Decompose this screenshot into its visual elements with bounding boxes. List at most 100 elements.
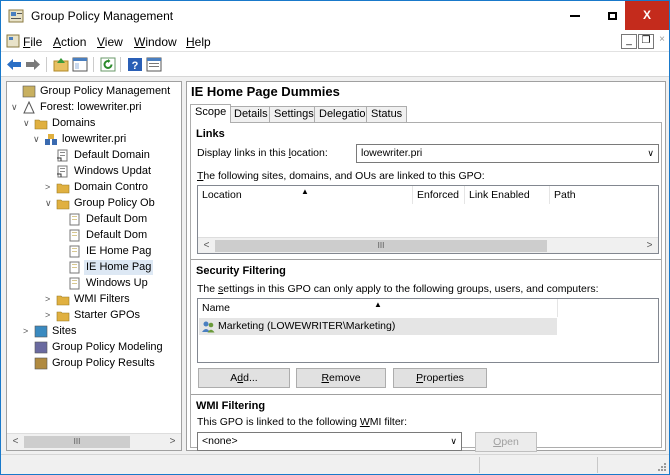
window-title: Group Policy Management	[31, 9, 174, 23]
minimize-button[interactable]	[558, 1, 591, 30]
links-location-combo[interactable]: lowewriter.pri ∨	[356, 144, 659, 163]
scroll-right-button[interactable]: >	[641, 238, 658, 253]
properties-button[interactable]: Properties	[393, 368, 487, 388]
forward-arrow-icon[interactable]	[24, 56, 42, 73]
gpo-icon	[69, 213, 80, 226]
scroll-thumb[interactable]: III	[215, 240, 547, 252]
column-path[interactable]: Path	[550, 186, 658, 204]
properties-icon[interactable]	[145, 56, 163, 73]
scroll-left-button[interactable]: <	[7, 434, 24, 450]
title-bar[interactable]: Group Policy Management X	[1, 1, 669, 31]
show-hide-tree-icon[interactable]	[71, 56, 89, 73]
scroll-thumb[interactable]: III	[24, 436, 130, 448]
expand-chevron-icon[interactable]: ∨	[23, 116, 33, 131]
gpo-link-icon	[57, 165, 68, 178]
tree-horizontal-scrollbar[interactable]: < III >	[7, 433, 181, 450]
links-location-value: lowewriter.pri	[361, 147, 423, 159]
scroll-left-button[interactable]: <	[198, 238, 215, 253]
linked-objects-label: The following sites, domains, and OUs ar…	[197, 170, 485, 182]
wmi-filtering-heading: WMI Filtering	[196, 400, 266, 412]
collapse-chevron-icon[interactable]: >	[45, 180, 55, 195]
tree-item-label: Group Policy Management	[40, 85, 171, 97]
menu-action[interactable]: Action	[53, 35, 86, 49]
chevron-down-icon: ∨	[647, 148, 654, 158]
tab-details[interactable]: Details	[229, 106, 273, 122]
resize-grip-icon[interactable]	[657, 462, 667, 472]
menu-window[interactable]: Window	[134, 35, 177, 49]
collapse-chevron-icon[interactable]: >	[23, 324, 33, 339]
section-divider	[191, 259, 661, 261]
column-enforced[interactable]: Enforced	[413, 186, 465, 204]
app-window: Group Policy Management X File Action Vi…	[0, 0, 670, 475]
tab-settings[interactable]: Settings	[269, 106, 319, 122]
expand-chevron-icon[interactable]: ∨	[33, 132, 43, 147]
tree-item-label: Domains	[52, 117, 96, 129]
sort-ascending-icon: ▲	[301, 187, 309, 196]
system-menu-icon[interactable]	[6, 34, 20, 48]
scope-tab-panel: Links Display links in this location: lo…	[190, 122, 662, 452]
gpo-folder-icon	[56, 199, 70, 210]
domains-folder-icon	[34, 119, 48, 130]
menu-help[interactable]: Help	[186, 35, 211, 49]
wmi-filter-value: <none>	[202, 435, 238, 447]
list-item-label: Marketing (LOWEWRITER\Marketing)	[218, 320, 396, 332]
up-folder-icon[interactable]	[52, 56, 70, 73]
tree-item-label: Group Policy Modeling	[52, 341, 163, 353]
mdi-restore-button[interactable]: ❐	[638, 34, 654, 49]
maximize-icon	[608, 11, 617, 20]
remove-button[interactable]: Remove	[296, 368, 386, 388]
back-arrow-icon[interactable]	[5, 56, 23, 73]
gpo-icon	[69, 261, 80, 274]
mdi-minimize-button[interactable]: _	[621, 34, 637, 49]
tree-item-label: Domain Contro	[74, 181, 148, 193]
tab-status[interactable]: Status	[366, 106, 408, 122]
collapse-chevron-icon[interactable]: >	[45, 308, 55, 323]
gpo-icon	[69, 229, 80, 242]
status-divider	[479, 457, 480, 473]
security-filter-list[interactable]: Name ▲ Marketing (LOWEWRITER\Marketing)	[197, 298, 659, 363]
add-button[interactable]: Add...	[198, 368, 290, 388]
tree-item-label: Forest: lowewriter.pri	[40, 101, 142, 113]
section-divider	[191, 394, 661, 396]
expand-chevron-icon[interactable]: ∨	[45, 196, 55, 211]
tab-scope[interactable]: Scope	[190, 104, 232, 123]
tree-item-label: Default Dom	[86, 213, 148, 225]
forest-icon	[23, 101, 35, 114]
tree-item-label: Windows Updat	[74, 165, 152, 177]
security-filtering-heading: Security Filtering	[196, 265, 286, 277]
details-pane: IE Home Page Dummies Scope Details Setti…	[186, 81, 666, 452]
collapse-chevron-icon[interactable]: >	[45, 292, 55, 307]
scroll-right-button[interactable]: >	[164, 434, 181, 450]
close-button[interactable]: X	[625, 1, 669, 30]
help-icon[interactable]: ?	[126, 56, 144, 73]
window-edge	[666, 1, 669, 453]
display-links-label: Display links in this location:	[197, 147, 328, 159]
menu-file[interactable]: File	[23, 35, 42, 49]
security-filtering-description: The settings in this GPO can only apply …	[197, 283, 599, 295]
links-list[interactable]: Location ▲ Enforced Link Enabled Path < …	[197, 185, 659, 254]
refresh-icon[interactable]	[99, 56, 117, 73]
column-link-enabled[interactable]: Link Enabled	[465, 186, 550, 204]
tree-item-label: Sites	[52, 325, 77, 337]
menu-view[interactable]: View	[97, 35, 123, 49]
svg-text:?: ?	[132, 60, 139, 72]
links-horizontal-scrollbar[interactable]: < III >	[198, 237, 658, 253]
tree-item-label: Group Policy Ob	[74, 197, 155, 209]
modeling-icon	[34, 341, 48, 354]
domain-icon	[45, 134, 57, 145]
starter-folder-icon	[56, 311, 70, 322]
expand-chevron-icon[interactable]: ∨	[11, 100, 21, 115]
gpm-app-icon	[8, 9, 24, 23]
open-button[interactable]: Open	[475, 432, 537, 452]
console-tree[interactable]: Group Policy Management ∨ Forest: lowewrit…	[6, 81, 182, 451]
tree-item-label: Starter GPOs	[74, 309, 141, 321]
gpo-link-icon	[57, 149, 68, 162]
wmi-filter-combo[interactable]: <none> ∨	[197, 432, 462, 451]
tree-item-label: Group Policy Results	[52, 357, 155, 369]
list-item[interactable]: Marketing (LOWEWRITER\Marketing)	[199, 318, 557, 335]
results-icon	[34, 357, 48, 370]
toolbar: ?	[1, 52, 669, 77]
tree-item-label: lowewriter.pri	[62, 133, 127, 145]
toolbar-separator	[93, 57, 94, 72]
sites-icon	[34, 325, 48, 338]
